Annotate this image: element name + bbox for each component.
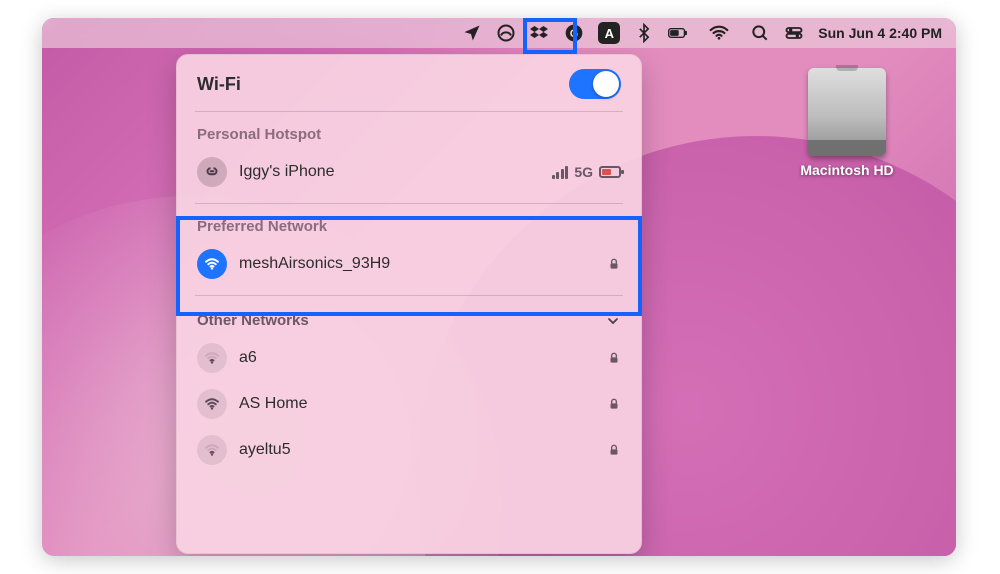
hotspot-row[interactable]: Iggy's iPhone 5G (191, 149, 627, 195)
spotlight-search-icon[interactable] (750, 23, 770, 43)
other-networks-section-label: Other Networks (197, 308, 309, 333)
preferred-network-name: meshAirsonics_93H9 (239, 255, 390, 273)
other-network-row[interactable]: AS Home (191, 381, 627, 427)
other-network-row[interactable]: a6 (191, 335, 627, 381)
preferred-network-section-label: Preferred Network (191, 212, 627, 241)
hotspot-name: Iggy's iPhone (239, 163, 335, 181)
separator (195, 295, 623, 296)
lock-icon (607, 443, 621, 457)
wifi-toggle[interactable] (569, 69, 621, 99)
bluetooth-icon[interactable] (634, 23, 654, 43)
wifi-connected-icon (197, 249, 227, 279)
input-source-icon[interactable]: A (598, 22, 620, 44)
other-network-name: a6 (239, 349, 257, 367)
battery-icon[interactable] (668, 23, 688, 43)
wifi-icon[interactable] (702, 23, 736, 43)
cellular-network-generation: 5G (574, 164, 593, 180)
chevron-down-icon[interactable] (605, 313, 621, 329)
menu-bar-clock[interactable]: Sun Jun 4 2:40 PM (818, 25, 942, 41)
lock-icon (607, 257, 621, 271)
desktop-drive-label: Macintosh HD (792, 162, 902, 178)
control-center-icon[interactable] (784, 23, 804, 43)
other-network-name: AS Home (239, 395, 307, 413)
desktop-drive-icon[interactable]: Macintosh HD (792, 68, 902, 178)
separator (195, 111, 623, 112)
separator (195, 203, 623, 204)
cellular-signal-icon (552, 165, 569, 179)
other-network-name: ayeltu5 (239, 441, 291, 459)
wifi-panel-title: Wi-Fi (197, 74, 241, 95)
svg-text:G: G (570, 28, 578, 40)
preferred-network-row[interactable]: meshAirsonics_93H9 (191, 241, 627, 287)
wifi-strong-icon (197, 389, 227, 419)
hard-drive-icon (808, 68, 886, 156)
wifi-weak-icon (197, 435, 227, 465)
creative-cloud-icon[interactable] (496, 23, 516, 43)
personal-hotspot-section-label: Personal Hotspot (191, 120, 627, 149)
hotspot-battery-icon (599, 166, 621, 178)
hotspot-icon (197, 157, 227, 187)
wifi-weak-icon (197, 343, 227, 373)
lock-icon (607, 397, 621, 411)
wifi-dropdown: Wi-Fi Personal Hotspot Iggy's iPhone 5G … (176, 54, 642, 554)
location-services-icon[interactable] (462, 23, 482, 43)
desktop-area: G A Sun Jun 4 2:40 PM (42, 18, 956, 556)
menu-bar: G A Sun Jun 4 2:40 PM (42, 18, 956, 48)
dropbox-icon[interactable] (530, 23, 550, 43)
other-network-row[interactable]: ayeltu5 (191, 427, 627, 473)
grammarly-icon[interactable]: G (564, 23, 584, 43)
lock-icon (607, 351, 621, 365)
